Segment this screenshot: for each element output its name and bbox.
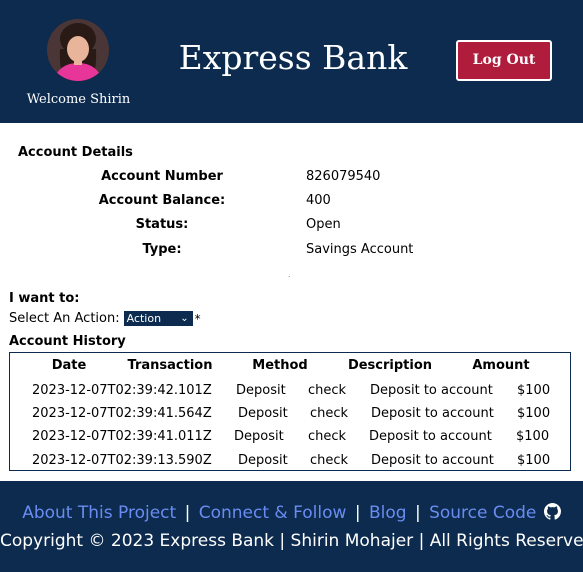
action-row: Select An Action: Action ⌄ * [9,311,201,326]
avatar-photo [47,19,109,81]
want-to-label: I want to: [9,291,80,306]
col-transaction: Transaction [127,358,213,373]
row-transaction: Deposit [238,453,288,468]
connect-follow-link[interactable]: Connect & Follow [199,503,347,523]
status-value: Open [306,217,341,232]
logout-button[interactable]: Log Out [456,40,552,81]
footer: About This Project | Connect & Follow | … [0,481,583,572]
type-value: Savings Account [306,242,414,257]
row-amount: $100 [516,429,550,444]
status-label: Status: [135,217,189,232]
row-description: Deposit to account [369,429,492,444]
copyright-text: Copyright © 2023 Express Bank | Shirin M… [0,531,583,551]
link-separator: | [354,503,361,523]
blog-link[interactable]: Blog [369,503,407,523]
row-amount: $100 [517,453,551,468]
bank-title: Express Bank [178,38,408,77]
row-method: check [308,383,347,398]
row-transaction: Deposit [236,383,286,398]
action-select[interactable]: Action ⌄ [123,311,193,326]
row-date: 2023-12-07T02:39:42.101Z [32,383,212,398]
footer-links: About This Project | Connect & Follow | … [0,503,583,523]
row-date: 2023-12-07T02:39:13.590Z [32,453,212,468]
header: Welcome Shirin Express Bank Log Out [0,0,583,123]
required-mark: * [194,311,201,326]
col-date: Date [51,358,87,373]
account-history-title: Account History [9,334,126,349]
link-separator: | [414,503,421,523]
row-method: check [308,429,347,444]
welcome-text: Welcome Shirin [26,92,131,107]
row-method: check [310,406,349,421]
chevron-down-icon: ⌄ [180,313,189,324]
row-amount: $100 [517,383,551,398]
source-code-link[interactable]: Source Code [429,503,536,523]
row-description: Deposit to account [371,406,494,421]
row-description: Deposit to account [370,383,493,398]
row-description: Deposit to account [371,453,494,468]
account-details-title: Account Details [18,145,133,160]
avatar [47,19,109,81]
account-number-label: Account Number [101,169,223,184]
col-amount: Amount [472,358,530,373]
github-icon[interactable] [543,503,561,520]
row-transaction: Deposit [238,406,288,421]
account-balance-label: Account Balance: [98,193,226,208]
row-transaction: Deposit [234,429,284,444]
account-number-value: 826079540 [306,169,381,184]
row-method: check [310,453,349,468]
row-amount: $100 [517,406,551,421]
about-project-link[interactable]: About This Project [22,503,176,523]
col-method: Method [252,358,308,373]
col-description: Description [347,358,433,373]
history-table: Date Transaction Method Description Amou… [9,352,571,471]
separator-dot: . [288,270,291,279]
select-action-label: Select An Action: [9,311,120,326]
account-balance-value: 400 [306,193,331,208]
type-label: Type: [142,242,182,257]
action-select-value: Action [126,312,162,325]
row-date: 2023-12-07T02:39:41.564Z [32,406,212,421]
link-separator: | [184,503,191,523]
row-date: 2023-12-07T02:39:41.011Z [32,429,212,444]
